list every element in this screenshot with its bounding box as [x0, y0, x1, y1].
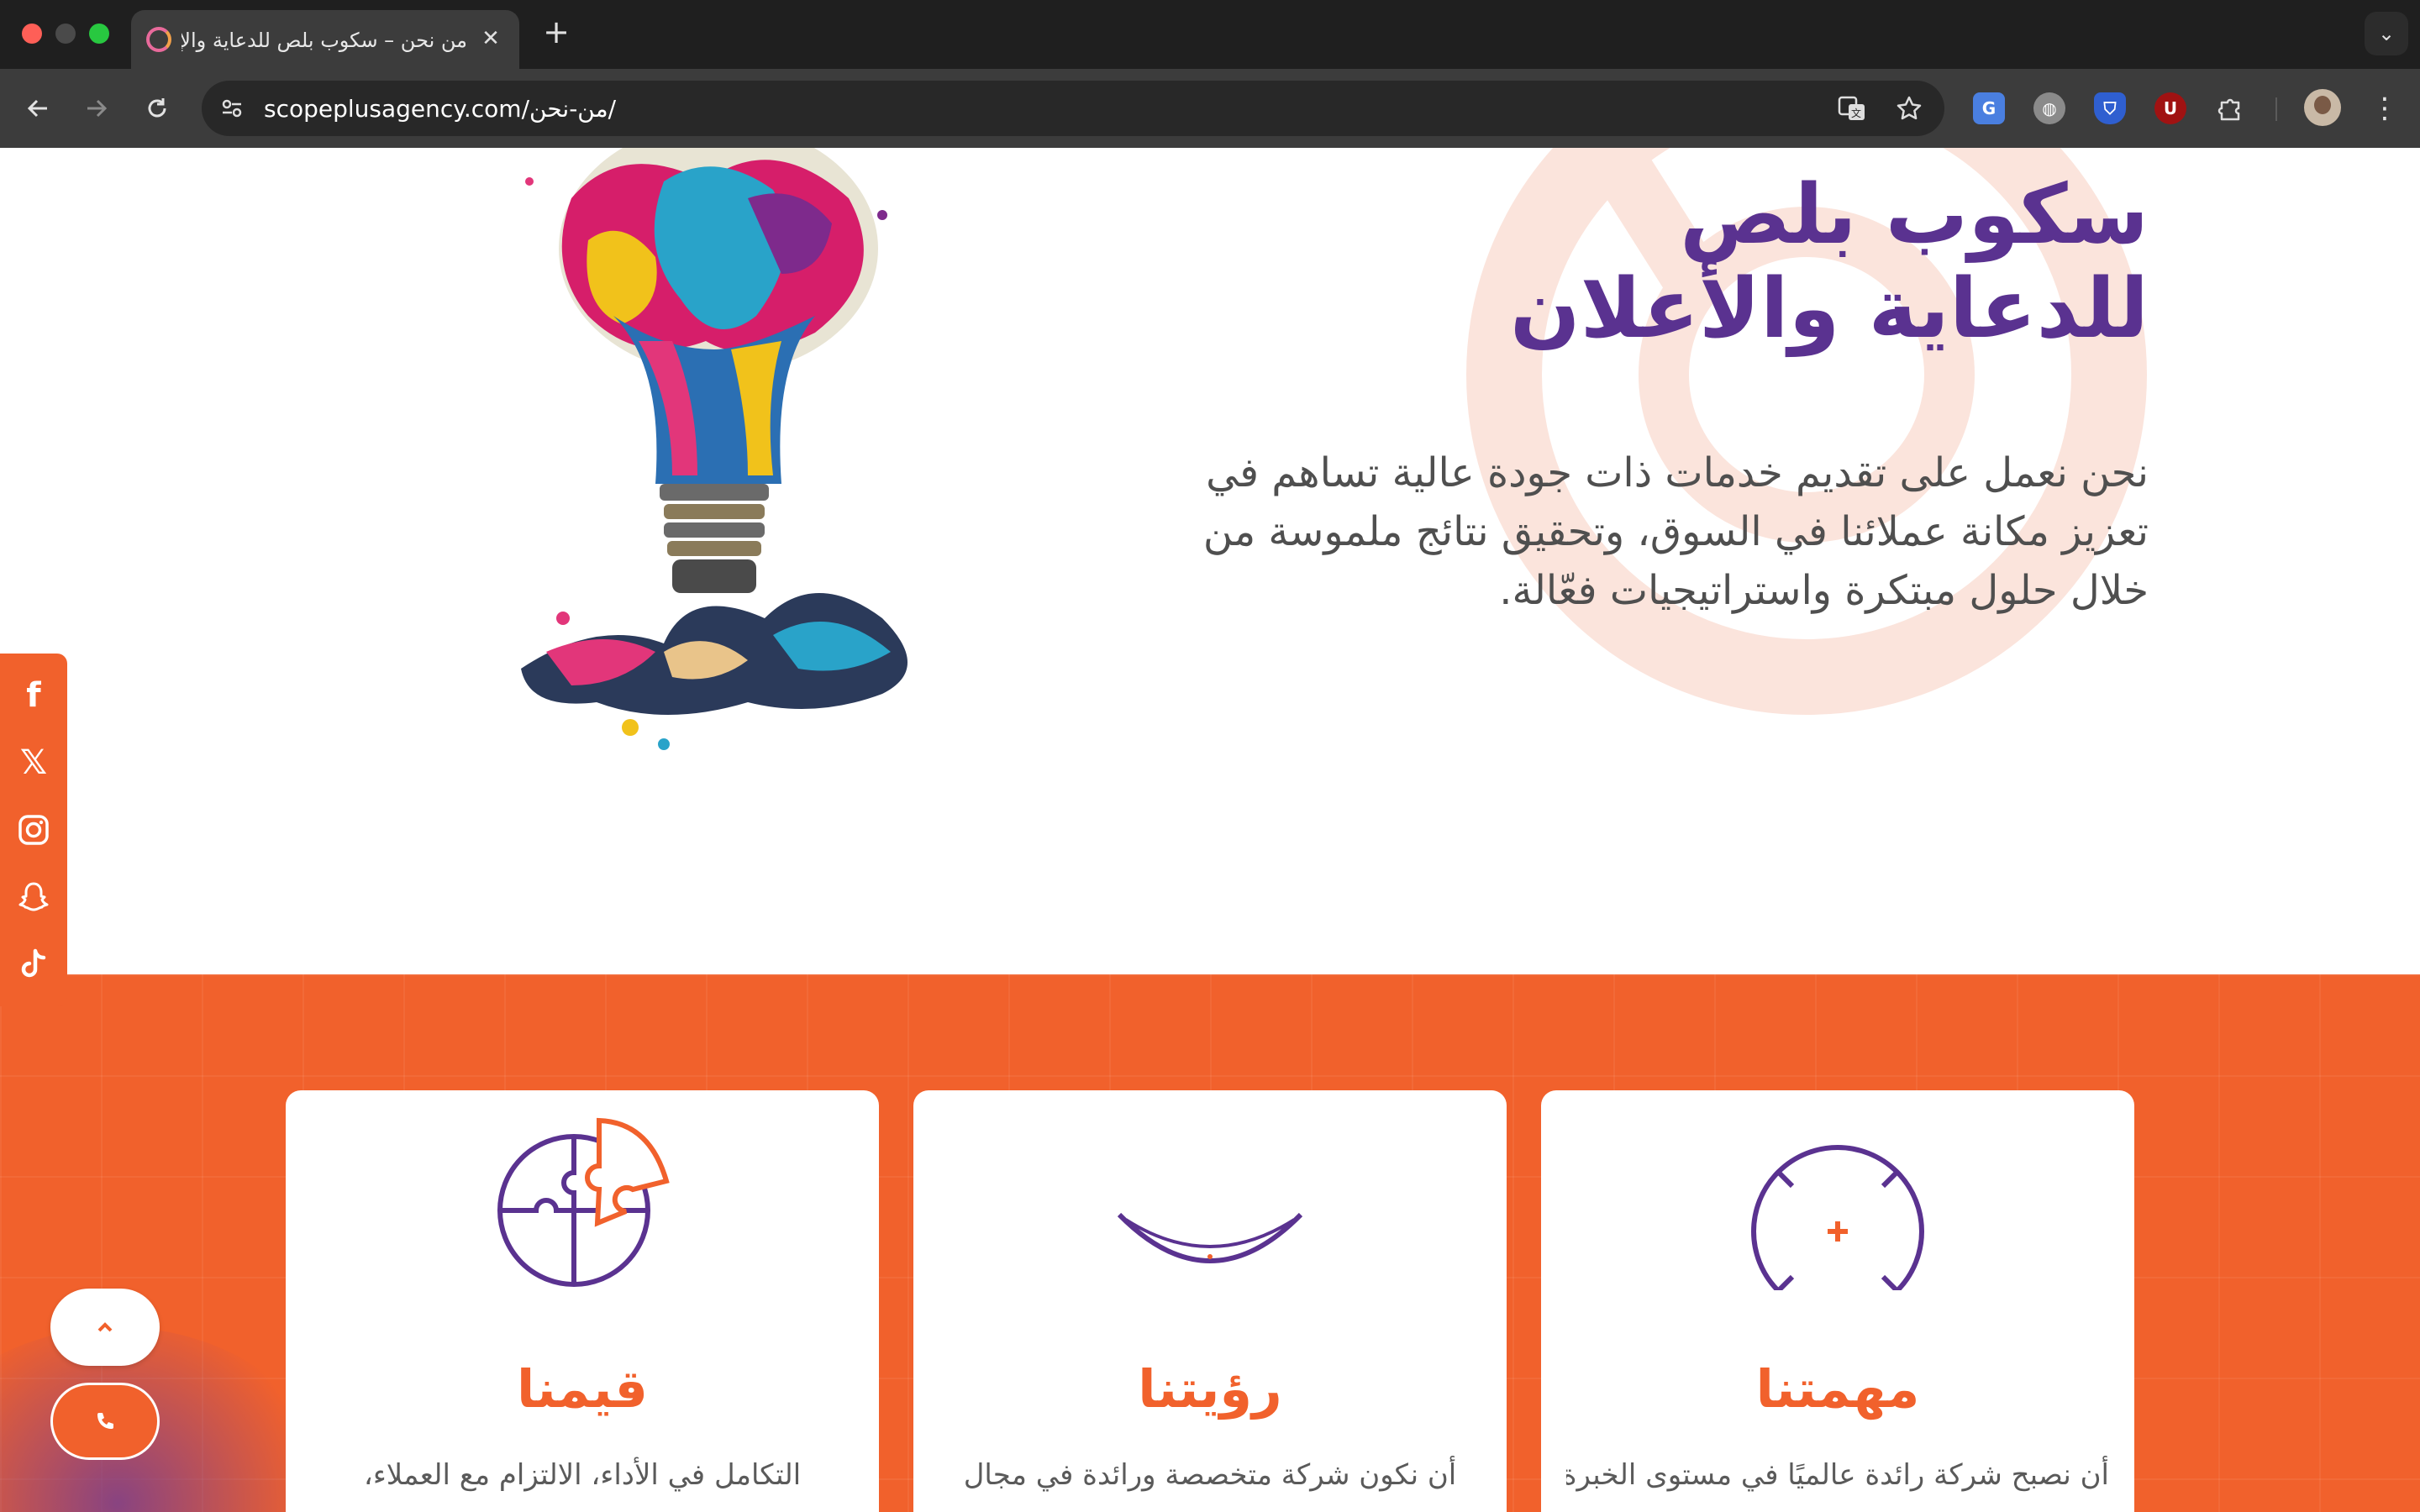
- card-mission: مهمتنا أن نصبح شركة رائدة عالميًا في مست…: [1541, 1090, 2134, 1512]
- target-icon: [1751, 1145, 1924, 1290]
- card-text: التكامل في الأداء، الالتزام مع العملاء،: [363, 1458, 802, 1492]
- new-tab-button[interactable]: +: [539, 15, 573, 49]
- maximize-window-button[interactable]: [89, 24, 109, 44]
- close-window-button[interactable]: [22, 24, 42, 44]
- paint-lightbulb-illustration: [521, 148, 908, 750]
- back-button[interactable]: [17, 87, 59, 129]
- facebook-icon[interactable]: f: [8, 670, 59, 721]
- eye-icon: [1118, 1212, 1302, 1263]
- browser-tab-bar: من نحن – سكوب بلص للدعاية والإعلان ✕ + ⌄: [0, 0, 2420, 69]
- toolbar-divider: [2275, 97, 2277, 121]
- social-sidebar: f 𝕏: [0, 654, 67, 1006]
- x-twitter-icon[interactable]: 𝕏: [8, 738, 59, 788]
- tiktok-icon[interactable]: [8, 939, 59, 990]
- card-values: قيمنا التكامل في الأداء، الالتزام مع الع…: [286, 1090, 879, 1512]
- card-title: رؤيتنا: [1138, 1358, 1282, 1420]
- phone-icon: [97, 1413, 113, 1429]
- call-button[interactable]: [50, 1383, 160, 1460]
- address-bar[interactable]: scopeplusagency.com/من-نحن/ 文: [202, 81, 1944, 136]
- back-icon: [27, 99, 47, 118]
- card-title: قيمنا: [516, 1358, 649, 1420]
- puzzle-icon: [497, 1117, 670, 1287]
- bitwarden-extension-icon[interactable]: ⛉: [2094, 92, 2126, 124]
- globe-extension-icon[interactable]: ◍: [2033, 92, 2065, 124]
- profile-avatar[interactable]: [2304, 89, 2341, 126]
- site-info-icon[interactable]: [215, 92, 249, 125]
- hero-description: نحن نعمل على تقديم خدمات ذات جودة عالية …: [1202, 449, 2149, 614]
- card-text: أن نصبح شركة رائدة عالميًا في مستوى الخب…: [1566, 1458, 2109, 1492]
- hero-title: سكوب بلص للدعاية والأعلان: [1510, 167, 2149, 357]
- reload-button[interactable]: [136, 87, 178, 129]
- site-favicon-icon: [146, 27, 171, 52]
- card-text: أن نكون شركة متخصصة ورائدة في مجال: [963, 1458, 1457, 1492]
- tab-search-button[interactable]: ⌄: [2365, 12, 2408, 55]
- forward-icon: [87, 99, 108, 118]
- browser-toolbar: scopeplusagency.com/من-نحن/ 文 G ◍ ⛉ U ⋮: [0, 69, 2420, 148]
- svg-text:文: 文: [1851, 107, 1861, 119]
- minimize-window-button[interactable]: [55, 24, 76, 44]
- google-translate-extension-icon[interactable]: G: [1973, 92, 2005, 124]
- bookmark-star-icon[interactable]: [1892, 92, 1926, 125]
- url-text[interactable]: scopeplusagency.com/من-نحن/: [264, 94, 616, 124]
- reload-icon: [148, 98, 166, 118]
- tab-close-icon[interactable]: ✕: [477, 25, 504, 52]
- translate-icon[interactable]: 文: [1835, 92, 1869, 125]
- instagram-icon[interactable]: [8, 805, 59, 855]
- menu-icon[interactable]: ⋮: [2368, 87, 2402, 129]
- extensions-puzzle-icon[interactable]: [2215, 92, 2247, 124]
- page-content: سكوب بلص للدعاية والأعلان نحن نعمل على ت…: [0, 148, 2420, 1512]
- card-vision: رؤيتنا أن نكون شركة متخصصة ورائدة في مجا…: [913, 1090, 1507, 1512]
- browser-tab-active[interactable]: من نحن – سكوب بلص للدعاية والإعلان ✕: [131, 10, 519, 69]
- forward-button[interactable]: [76, 87, 118, 129]
- scroll-to-top-button[interactable]: [50, 1289, 160, 1366]
- card-title: مهمتنا: [1755, 1358, 1920, 1420]
- ublock-extension-icon[interactable]: U: [2154, 92, 2186, 124]
- chevron-up-icon: [97, 1322, 113, 1332]
- snapchat-icon[interactable]: [8, 872, 59, 922]
- tab-title: من نحن – سكوب بلص للدعاية والإعلان: [182, 29, 467, 52]
